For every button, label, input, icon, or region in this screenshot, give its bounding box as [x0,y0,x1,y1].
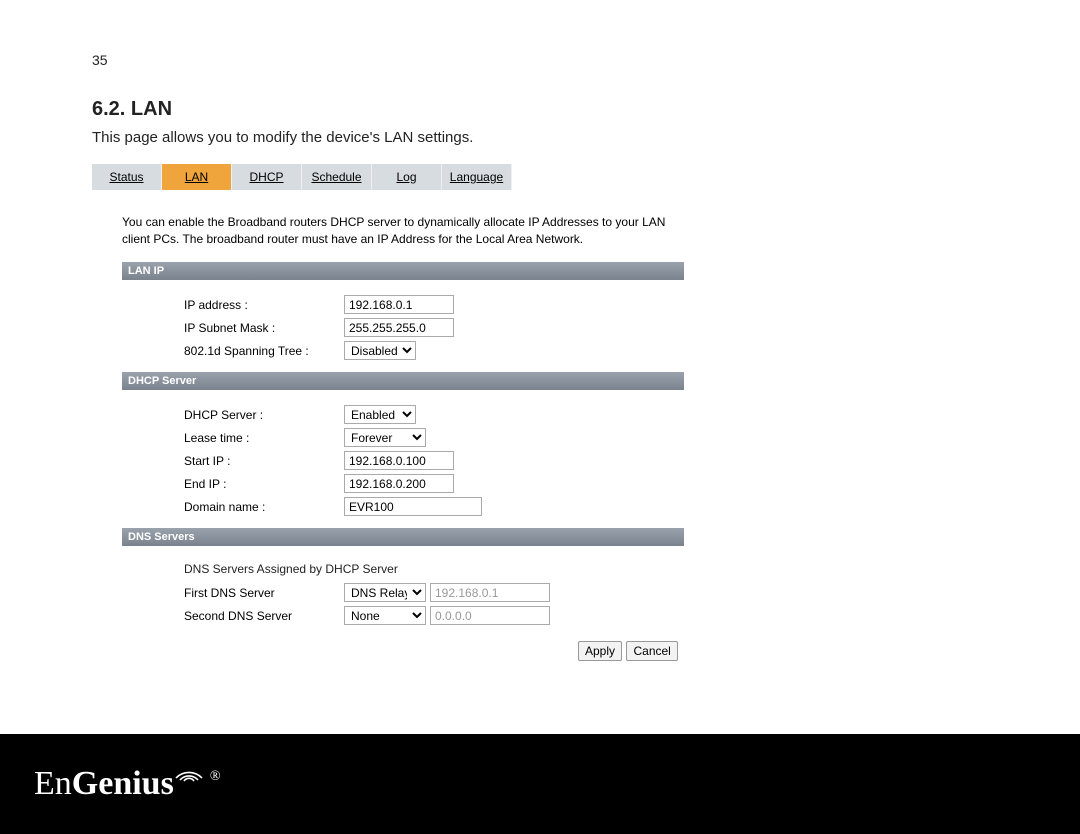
ip-address-label: IP address : [184,298,344,312]
first-dns-label: First DNS Server [184,586,344,600]
apply-button[interactable]: Apply [578,641,622,661]
logo-text-genius: Genius [72,765,174,803]
dns-heading: DNS Servers Assigned by DHCP Server [184,562,682,576]
section-description: This page allows you to modify the devic… [92,129,988,146]
first-dns-select[interactable]: DNS Relay [344,583,426,602]
section-bar-lan-ip: LAN IP [122,262,684,280]
cancel-button[interactable]: Cancel [626,641,677,661]
dhcp-server-label: DHCP Server : [184,408,344,422]
section-bar-dhcp: DHCP Server [122,372,684,390]
tab-status[interactable]: Status [92,164,162,190]
lease-time-label: Lease time : [184,431,344,445]
tab-bar: Status LAN DHCP Schedule Log Language [92,164,682,190]
page-number: 35 [92,52,988,68]
dhcp-form: DHCP Server : Enabled Lease time : Forev… [184,404,682,518]
spanning-tree-label: 802.1d Spanning Tree : [184,344,344,358]
dns-form: First DNS Server DNS Relay Second DNS Se… [184,582,682,627]
end-ip-label: End IP : [184,477,344,491]
dhcp-server-select[interactable]: Enabled [344,405,416,424]
subnet-mask-input[interactable] [344,318,454,337]
brand-logo: En Genius ® [34,765,218,803]
lease-time-select[interactable]: Forever [344,428,426,447]
section-title: 6.2. LAN [92,98,988,121]
domain-name-label: Domain name : [184,500,344,514]
button-row: Apply Cancel [578,641,682,661]
tab-dhcp[interactable]: DHCP [232,164,302,190]
spanning-tree-select[interactable]: Disabled [344,341,416,360]
wifi-icon [172,760,206,787]
start-ip-label: Start IP : [184,454,344,468]
domain-name-input[interactable] [344,497,482,516]
end-ip-input[interactable] [344,474,454,493]
tab-language[interactable]: Language [442,164,512,190]
ip-address-input[interactable] [344,295,454,314]
section-bar-dns: DNS Servers [122,528,684,546]
registered-symbol: ® [210,769,221,785]
start-ip-input[interactable] [344,451,454,470]
lan-ip-form: IP address : IP Subnet Mask : 802.1d Spa… [184,294,682,362]
footer: En Genius ® [0,734,1080,834]
tab-lan[interactable]: LAN [162,164,232,190]
subnet-mask-label: IP Subnet Mask : [184,321,344,335]
router-ui-screenshot: Status LAN DHCP Schedule Log Language Yo… [92,164,682,661]
first-dns-input[interactable] [430,583,550,602]
logo-text-en: En [34,765,72,803]
tab-log[interactable]: Log [372,164,442,190]
second-dns-input[interactable] [430,606,550,625]
second-dns-label: Second DNS Server [184,609,344,623]
tab-schedule[interactable]: Schedule [302,164,372,190]
second-dns-select[interactable]: None [344,606,426,625]
help-text: You can enable the Broadband routers DHC… [122,214,672,248]
